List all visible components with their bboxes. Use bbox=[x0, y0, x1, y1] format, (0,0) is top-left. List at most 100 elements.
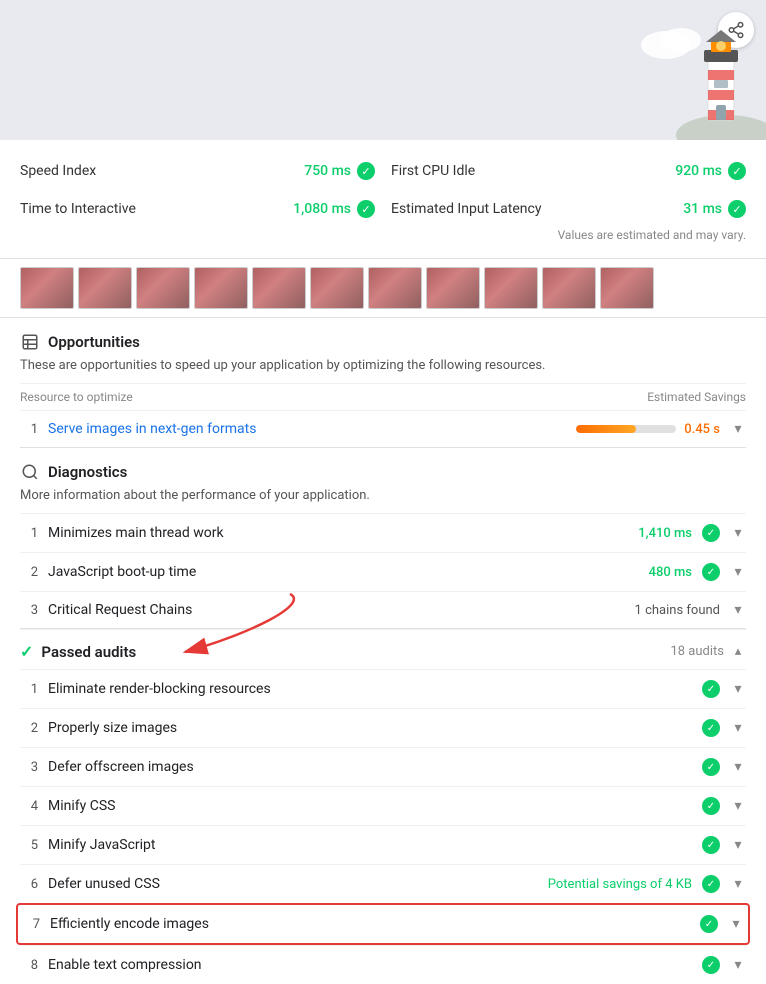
filmstrip-frame-9 bbox=[484, 267, 538, 309]
diagnostic-item-3[interactable]: 3 Critical Request Chains 1 chains found… bbox=[20, 591, 746, 628]
passed-item-2[interactable]: 2 Properly size images ✓ ▾ bbox=[20, 708, 746, 747]
diagnostic-value-2: 480 ms bbox=[649, 565, 692, 580]
diagnostics-icon bbox=[20, 462, 40, 482]
passed-item-4[interactable]: 4 Minify CSS ✓ ▾ bbox=[20, 786, 746, 825]
diagnostic-item-2[interactable]: 2 JavaScript boot-up time 480 ms ✓ ▾ bbox=[20, 552, 746, 591]
first-cpu-label: First CPU Idle bbox=[391, 163, 475, 179]
passed-audits-title: Passed audits bbox=[41, 643, 136, 661]
passed-num-1: 1 bbox=[20, 682, 38, 697]
passed-label-2: Properly size images bbox=[48, 720, 692, 736]
filmstrip-frame-11 bbox=[600, 267, 654, 309]
passed-label-6: Defer unused CSS bbox=[48, 876, 538, 892]
metrics-grid: Speed Index 750 ms ✓ First CPU Idle 920 … bbox=[20, 156, 746, 224]
passed-label-7: Efficiently encode images bbox=[50, 916, 690, 932]
passed-num-4: 4 bbox=[20, 799, 38, 814]
savings-bar-1 bbox=[576, 425, 676, 433]
speed-index-value: 750 ms ✓ bbox=[304, 162, 375, 180]
filmstrip-frame-5 bbox=[252, 267, 306, 309]
passed-check-5: ✓ bbox=[702, 836, 720, 854]
passed-chevron-7[interactable]: ▾ bbox=[728, 916, 744, 932]
opportunity-chevron-1[interactable]: ▾ bbox=[730, 421, 746, 437]
diagnostics-header: Diagnostics bbox=[20, 448, 746, 488]
first-cpu-check: ✓ bbox=[728, 162, 746, 180]
diagnostic-chevron-3[interactable]: ▾ bbox=[730, 602, 746, 618]
passed-check-8: ✓ bbox=[702, 956, 720, 974]
diagnostic-label-3: Critical Request Chains bbox=[48, 602, 625, 618]
first-cpu-value: 920 ms ✓ bbox=[675, 162, 746, 180]
passed-chevron-8[interactable]: ▾ bbox=[730, 957, 746, 973]
passed-num-2: 2 bbox=[20, 721, 38, 736]
filmstrip-frame-3 bbox=[136, 267, 190, 309]
opportunities-desc: These are opportunities to speed up your… bbox=[20, 358, 746, 383]
passed-chevron-5[interactable]: ▾ bbox=[730, 837, 746, 853]
passed-item-3[interactable]: 3 Defer offscreen images ✓ ▾ bbox=[20, 747, 746, 786]
passed-label-4: Minify CSS bbox=[48, 798, 692, 814]
passed-label-1: Eliminate render-blocking resources bbox=[48, 681, 692, 697]
opportunity-item-1[interactable]: 1 Serve images in next-gen formats 0.45 … bbox=[20, 410, 746, 447]
opportunities-table-header: Resource to optimize Estimated Savings bbox=[20, 383, 746, 410]
resource-column-header: Resource to optimize bbox=[20, 390, 133, 404]
opportunities-section: Opportunities These are opportunities to… bbox=[0, 318, 766, 447]
diagnostics-desc: More information about the performance o… bbox=[20, 488, 746, 513]
opportunities-title: Opportunities bbox=[48, 333, 140, 351]
filmstrip-frame-6 bbox=[310, 267, 364, 309]
savings-bar-fill-1 bbox=[576, 425, 636, 433]
input-latency-check: ✓ bbox=[728, 200, 746, 218]
passed-item-7[interactable]: 7 Efficiently encode images ✓ ▾ bbox=[16, 903, 750, 945]
passed-num-3: 3 bbox=[20, 760, 38, 775]
passed-num-8: 8 bbox=[20, 958, 38, 973]
passed-item-5[interactable]: 5 Minify JavaScript ✓ ▾ bbox=[20, 825, 746, 864]
passed-audits-chevron[interactable]: ▴ bbox=[730, 644, 746, 660]
passed-potential-savings-6: Potential savings of 4 KB bbox=[548, 877, 692, 892]
diagnostic-check-2: ✓ bbox=[702, 563, 720, 581]
passed-check-1: ✓ bbox=[702, 680, 720, 698]
savings-bar-container-1: 0.45 s bbox=[576, 422, 720, 437]
diagnostic-check-1: ✓ bbox=[702, 524, 720, 542]
tti-value: 1,080 ms ✓ bbox=[293, 200, 375, 218]
speed-index-label: Speed Index bbox=[20, 163, 96, 179]
filmstrip-frame-8 bbox=[426, 267, 480, 309]
diagnostic-chevron-1[interactable]: ▾ bbox=[730, 525, 746, 541]
filmstrip-frame-7 bbox=[368, 267, 422, 309]
passed-audits-count: 18 audits ▴ bbox=[670, 644, 746, 660]
diagnostic-item-1[interactable]: 1 Minimizes main thread work 1,410 ms ✓ … bbox=[20, 513, 746, 552]
passed-chevron-1[interactable]: ▾ bbox=[730, 681, 746, 697]
metric-first-cpu: First CPU Idle 920 ms ✓ bbox=[391, 156, 746, 186]
passed-label-8: Enable text compression bbox=[48, 957, 692, 973]
passed-chevron-3[interactable]: ▾ bbox=[730, 759, 746, 775]
passed-header-left: ✓ Passed audits bbox=[20, 642, 136, 661]
diagnostic-label-1: Minimizes main thread work bbox=[48, 525, 628, 541]
metric-tti: Time to Interactive 1,080 ms ✓ bbox=[20, 194, 375, 224]
passed-item-8[interactable]: 8 Enable text compression ✓ ▾ bbox=[20, 945, 746, 984]
passed-check-4: ✓ bbox=[702, 797, 720, 815]
passed-chevron-6[interactable]: ▾ bbox=[730, 876, 746, 892]
tti-label: Time to Interactive bbox=[20, 201, 136, 217]
diagnostic-num-3: 3 bbox=[20, 603, 38, 618]
filmstrip-frame-2 bbox=[78, 267, 132, 309]
filmstrip-frame-10 bbox=[542, 267, 596, 309]
passed-check-6: ✓ bbox=[702, 875, 720, 893]
estimated-note: Values are estimated and may vary. bbox=[20, 224, 746, 250]
passed-check-2: ✓ bbox=[702, 719, 720, 737]
header-area bbox=[0, 0, 766, 140]
passed-audits-header: ✓ Passed audits 18 audits ▴ bbox=[20, 629, 746, 669]
lighthouse-graphic bbox=[626, 20, 766, 140]
filmstrip-frame-1 bbox=[20, 267, 74, 309]
opportunities-header: Opportunities bbox=[20, 318, 746, 358]
metrics-section: Speed Index 750 ms ✓ First CPU Idle 920 … bbox=[0, 140, 766, 259]
passed-label-3: Defer offscreen images bbox=[48, 759, 692, 775]
filmstrip-frame-4 bbox=[194, 267, 248, 309]
savings-column-header: Estimated Savings bbox=[647, 390, 746, 404]
passed-chevron-2[interactable]: ▾ bbox=[730, 720, 746, 736]
passed-num-6: 6 bbox=[20, 877, 38, 892]
diagnostic-chevron-2[interactable]: ▾ bbox=[730, 564, 746, 580]
diagnostic-num-1: 1 bbox=[20, 526, 38, 541]
opportunity-link-1[interactable]: Serve images in next-gen formats bbox=[48, 421, 256, 437]
passed-checkmark: ✓ bbox=[20, 642, 33, 661]
passed-chevron-4[interactable]: ▾ bbox=[730, 798, 746, 814]
diagnostic-value-1: 1,410 ms bbox=[638, 526, 692, 541]
opportunity-num-1: 1 bbox=[20, 422, 38, 437]
passed-num-7: 7 bbox=[22, 917, 40, 932]
passed-item-1[interactable]: 1 Eliminate render-blocking resources ✓ … bbox=[20, 669, 746, 708]
passed-item-6[interactable]: 6 Defer unused CSS Potential savings of … bbox=[20, 864, 746, 903]
